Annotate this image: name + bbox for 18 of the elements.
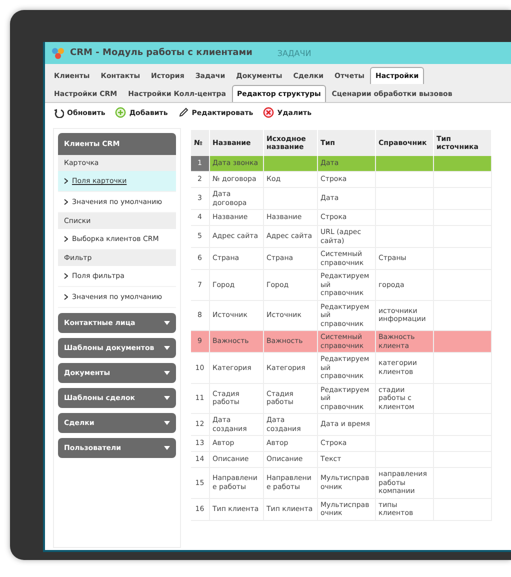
chevron-icon (64, 199, 68, 205)
pencil-icon (178, 107, 189, 118)
caret-icon (164, 396, 170, 400)
chevron-icon (64, 273, 68, 279)
delete-icon (263, 107, 274, 118)
refresh-icon (53, 107, 64, 118)
chevron-icon (64, 294, 68, 300)
caret-icon (164, 346, 170, 350)
background-text: ЗАДАЧИ (277, 48, 312, 58)
caret-icon (164, 421, 170, 425)
chevron-icon (64, 236, 68, 242)
chevron-icon (64, 178, 68, 184)
caret-icon (164, 446, 170, 450)
caret-icon (164, 321, 170, 325)
window-title: CRM - Модуль работы с клиентами (70, 48, 252, 58)
logo-icon (51, 46, 65, 60)
add-icon (115, 107, 126, 118)
caret-icon (164, 371, 170, 375)
